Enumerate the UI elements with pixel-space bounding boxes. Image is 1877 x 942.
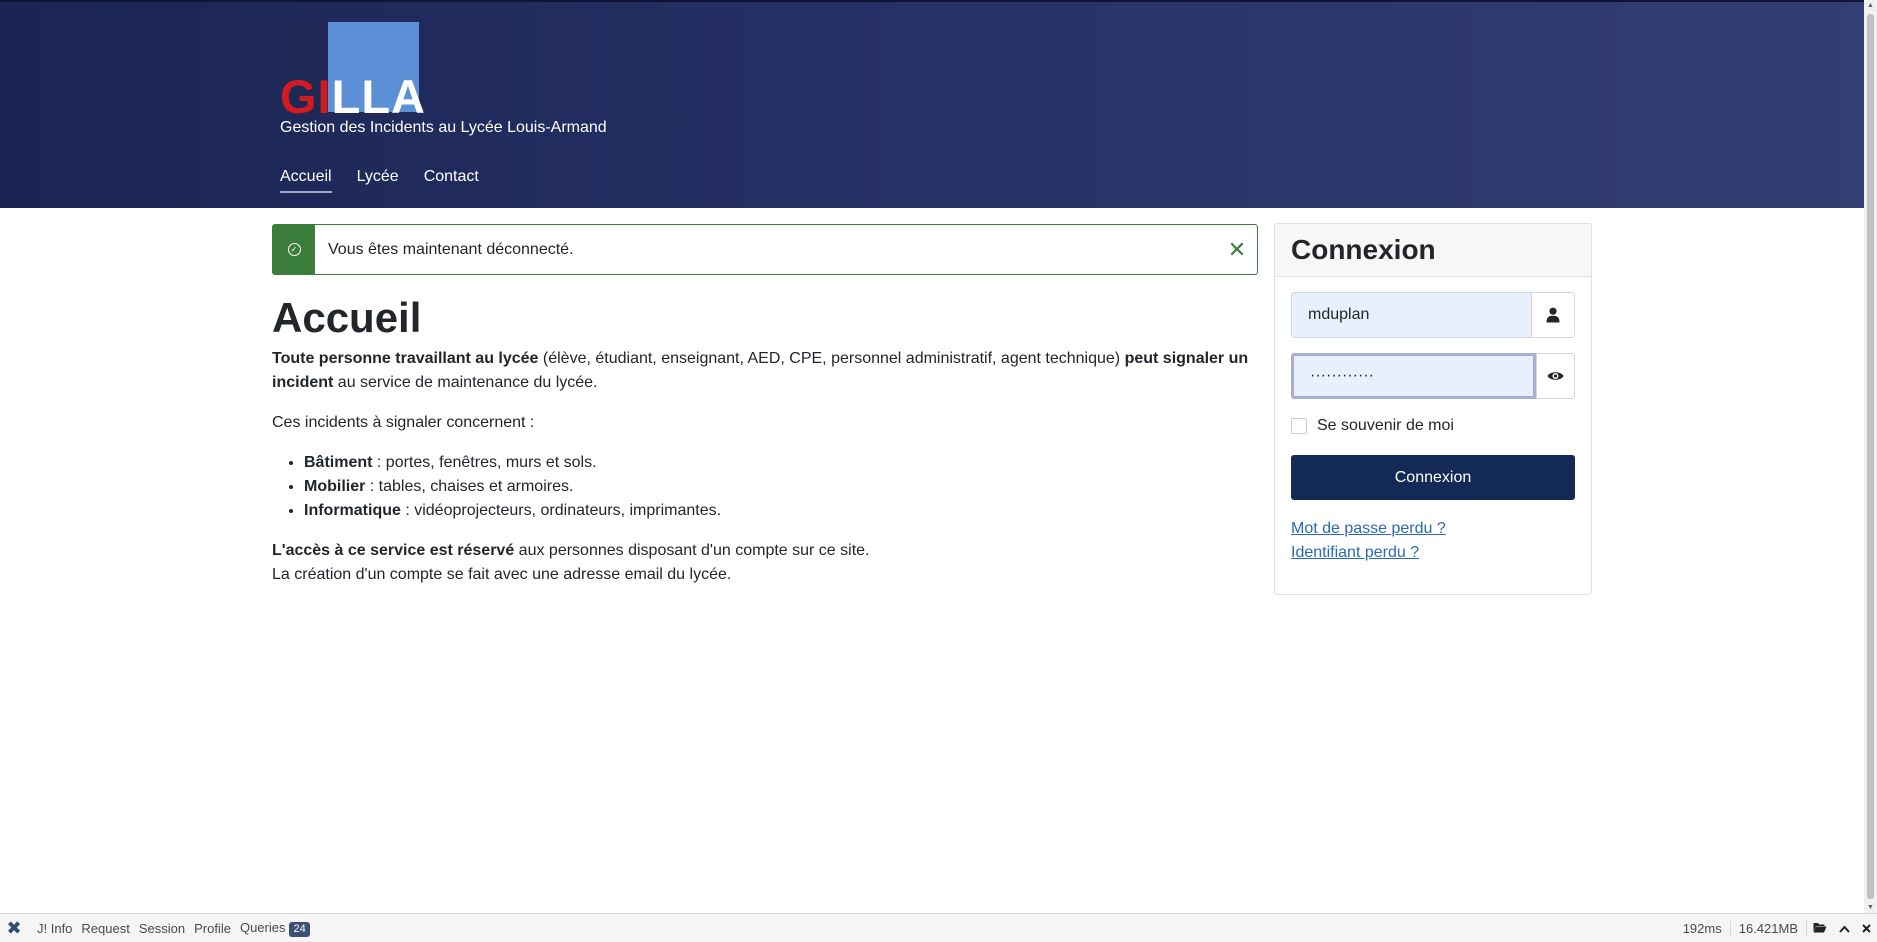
access-text: aux personnes disposant d'un compte sur …	[514, 542, 870, 559]
debug-tab-session[interactable]: Session	[139, 921, 185, 936]
debug-bar-right: 192ms 16.421MB	[1675, 914, 1877, 942]
debug-tab-info[interactable]: J! Info	[37, 921, 72, 936]
username-input[interactable]	[1291, 292, 1531, 338]
access-bold: L'accès à ce service est réservé	[272, 542, 515, 559]
lost-username-link[interactable]: Identifiant perdu ?	[1291, 541, 1446, 565]
debug-tab-queries[interactable]: Queries 24	[240, 920, 310, 937]
incident-categories-list: Bâtiment : portes, fenêtres, murs et sol…	[272, 451, 1262, 523]
alert-icon-box: ✓	[273, 225, 315, 274]
page-title: Accueil	[272, 294, 422, 341]
debug-tab-queries-label: Queries	[239, 919, 286, 935]
lost-password-link[interactable]: Mot de passe perdu ?	[1291, 517, 1446, 541]
page-scrollbar[interactable]: ▲ ▼	[1864, 0, 1877, 913]
logo-text-lla: LLA	[331, 70, 426, 123]
incidents-paragraph: Ces incidents à signaler concernent :	[272, 414, 535, 431]
nav-item-accueil[interactable]: Accueil	[280, 168, 332, 193]
show-password-button[interactable]	[1536, 353, 1575, 399]
list-item-text: : portes, fenêtres, murs et sols.	[372, 454, 597, 471]
intro-paragraph: Toute personne travaillant au lycée (élè…	[272, 347, 1262, 395]
queries-count-badge: 24	[289, 921, 310, 937]
login-links: Mot de passe perdu ? Identifiant perdu ?	[1291, 517, 1446, 565]
intro-bold-1: Toute personne travaillant au lycée	[272, 350, 539, 367]
list-item-text: : vidéoprojecteurs, ordinateurs, imprima…	[400, 502, 722, 519]
account-paragraph: La création d'un compte se fait avec une…	[272, 566, 732, 583]
main-nav: Accueil Lycée Contact	[280, 168, 479, 193]
remember-me[interactable]: Se souvenir de moi	[1291, 417, 1454, 435]
list-item: Bâtiment : portes, fenêtres, murs et sol…	[304, 451, 1262, 475]
check-circle-icon: ✓	[287, 243, 301, 256]
login-panel: Connexion Se souvenir de moi Connexion M…	[1274, 223, 1592, 595]
list-item: Informatique : vidéoprojecteurs, ordinat…	[304, 499, 1262, 523]
eye-icon	[1547, 372, 1564, 380]
site-description: Gestion des Incidents au Lycée Louis-Arm…	[280, 119, 607, 136]
debug-tab-profile[interactable]: Profile	[194, 921, 231, 936]
list-item-text: : tables, chaises et armoires.	[365, 478, 574, 495]
intro-text-1: (élève, étudiant, enseignant, AED, CPE, …	[538, 350, 1125, 367]
debug-tab-request[interactable]: Request	[81, 921, 129, 936]
debug-memory: 16.421MB	[1729, 920, 1806, 936]
user-icon	[1531, 292, 1575, 338]
main-content: Accueil Toute personne travaillant au ly…	[272, 292, 1262, 587]
site-header: GILLA Gestion des Incidents au Lycée Lou…	[0, 0, 1864, 208]
nav-item-contact[interactable]: Contact	[424, 168, 479, 193]
access-paragraph: L'accès à ce service est réservé aux per…	[272, 539, 1262, 563]
login-header: Connexion	[1275, 224, 1591, 277]
logout-success-alert: ✓ Vous êtes maintenant déconnecté. ✕	[272, 224, 1258, 275]
username-field-group	[1291, 292, 1575, 338]
folder-open-icon[interactable]	[1806, 920, 1833, 936]
scroll-up-arrow-icon[interactable]: ▲	[1867, 2, 1874, 9]
intro-text-2: au service de maintenance du lycée.	[333, 374, 598, 391]
list-item-label: Informatique	[304, 502, 401, 519]
site-logo[interactable]: GILLA	[280, 22, 425, 123]
remember-me-label: Se souvenir de moi	[1317, 417, 1454, 434]
chevron-up-icon[interactable]	[1833, 920, 1856, 936]
password-input[interactable]	[1291, 353, 1536, 399]
scroll-thumb[interactable]	[1867, 14, 1874, 899]
alert-message: Vous êtes maintenant déconnecté.	[328, 240, 574, 258]
remember-me-checkbox[interactable]	[1291, 418, 1307, 434]
scroll-down-arrow-icon[interactable]: ▼	[1867, 904, 1874, 911]
list-item-label: Bâtiment	[304, 454, 373, 471]
joomla-logo-icon[interactable]: ✖	[0, 914, 28, 942]
list-item-label: Mobilier	[304, 478, 366, 495]
close-icon[interactable]: ✕	[1217, 237, 1257, 263]
password-field-group	[1291, 353, 1575, 399]
login-submit-button[interactable]: Connexion	[1291, 455, 1575, 500]
login-title: Connexion	[1291, 234, 1436, 265]
list-item: Mobilier : tables, chaises et armoires.	[304, 475, 1262, 499]
logo-text-gi: GI	[280, 70, 332, 123]
nav-item-lycee[interactable]: Lycée	[357, 168, 399, 193]
debug-time: 192ms	[1682, 920, 1722, 936]
close-icon[interactable]	[1856, 920, 1877, 936]
joomla-debug-bar: ✖ J! Info Request Session Profile Querie…	[0, 913, 1877, 942]
